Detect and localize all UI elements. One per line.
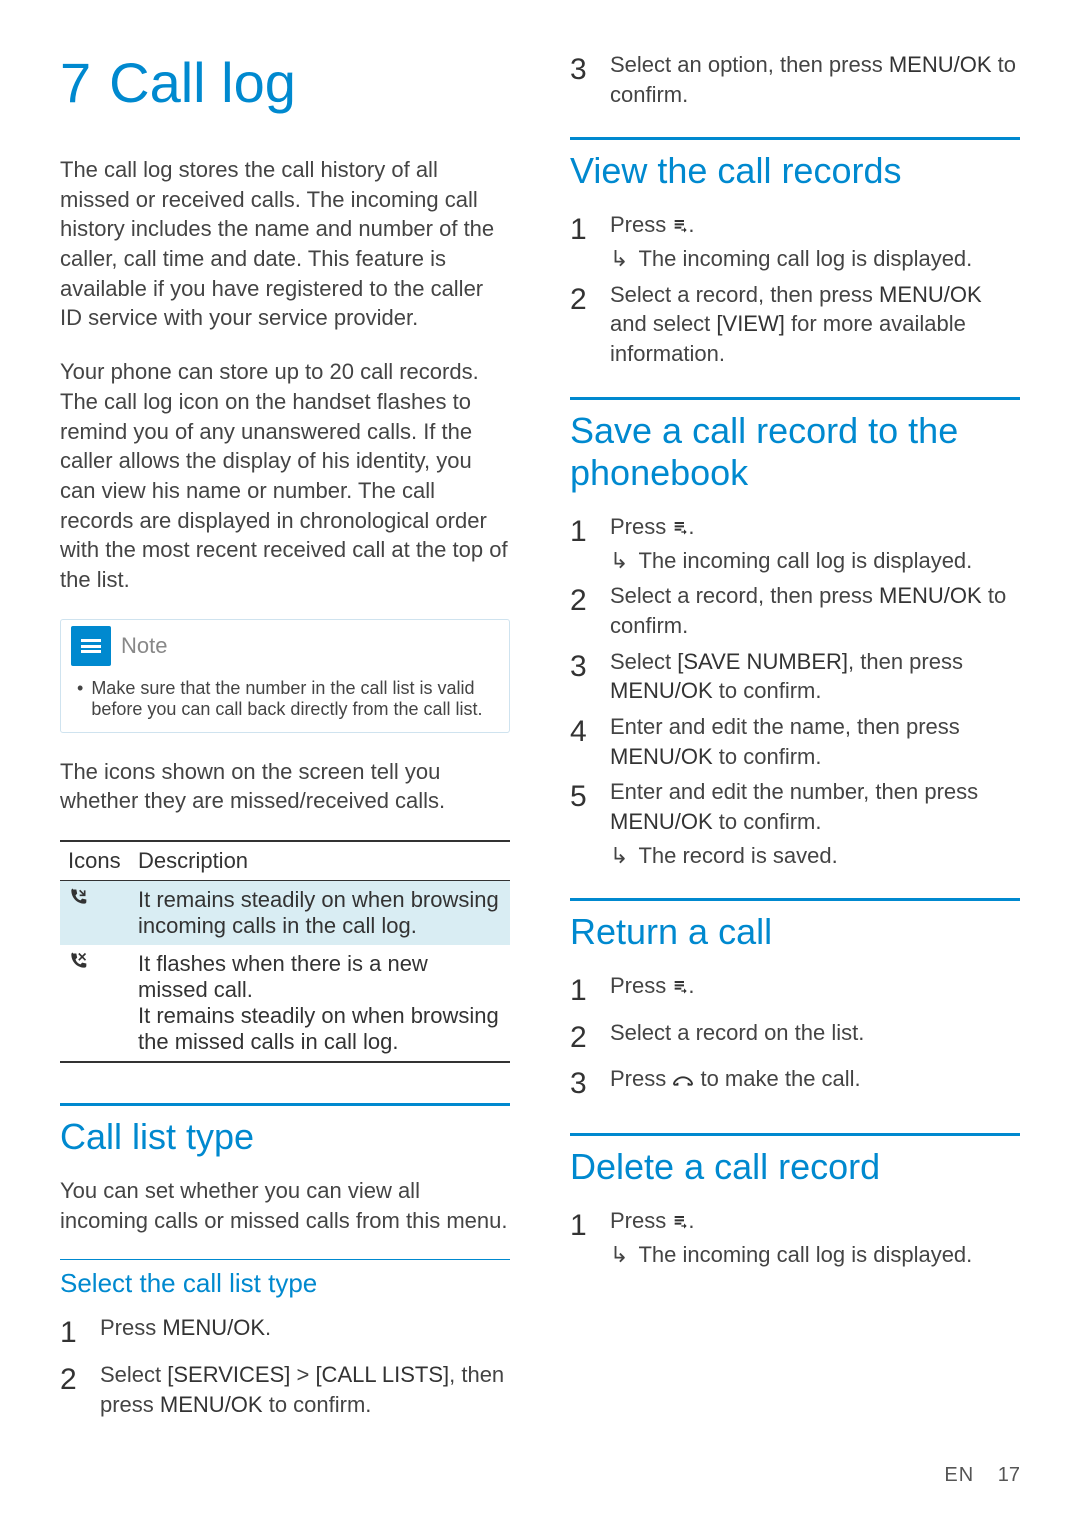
step: 2 Select [SERVICES] > [CALL LISTS], then… (60, 1360, 510, 1419)
subsection-select-call-list: Select the call list type (60, 1259, 510, 1299)
step-result: ↳ The incoming call log is displayed. (610, 546, 1020, 576)
step: 2 Select a record, then press MENU/OK to… (570, 581, 1020, 640)
th-description: Description (130, 841, 510, 881)
call-log-key-icon (672, 514, 688, 539)
steps-save-record: 1 Press . ↳ The incoming call log is dis… (570, 512, 1020, 871)
bullet-icon: • (77, 678, 83, 720)
step-body: Press . ↳ The incoming call log is displ… (610, 512, 1020, 575)
step-number: 1 (570, 210, 592, 273)
section-save-record: Save a call record to the phonebook (570, 397, 1020, 494)
th-icons: Icons (60, 841, 130, 881)
note-box: Note • Make sure that the number in the … (60, 619, 510, 733)
steps-delete-record: 1 Press . ↳ The incoming call log is dis… (570, 1206, 1020, 1269)
step: 4 Enter and edit the name, then press ME… (570, 712, 1020, 771)
step: 3 Press to make the call. (570, 1064, 1020, 1105)
section-return-call: Return a call (570, 898, 1020, 953)
note-label: Note (121, 633, 167, 659)
step-number: 3 (570, 1064, 592, 1105)
step-body: Press to make the call. (610, 1064, 1020, 1105)
call-log-key-icon (672, 973, 688, 998)
step-body: Enter and edit the number, then press ME… (610, 777, 1020, 870)
section-delete-record: Delete a call record (570, 1133, 1020, 1188)
step-number: 1 (570, 971, 592, 1012)
call-log-key-icon (672, 1208, 688, 1233)
step-number: 2 (570, 1018, 592, 1059)
note-icon (71, 626, 111, 666)
left-column: 7 Call log The call log stores the call h… (60, 50, 510, 1425)
step-number: 2 (60, 1360, 82, 1419)
step-number: 3 (570, 647, 592, 706)
intro-paragraph-2: Your phone can store up to 20 call recor… (60, 357, 510, 595)
step-result: ↳ The record is saved. (610, 841, 1020, 871)
step: 1 Press MENU/OK. (60, 1313, 510, 1354)
result-arrow-icon: ↳ (610, 546, 628, 576)
result-arrow-icon: ↳ (610, 244, 628, 274)
step-body: Select a record, then press MENU/OK and … (610, 280, 1020, 369)
call-list-type-intro: You can set whether you can view all inc… (60, 1176, 510, 1235)
steps-view-records: 1 Press . ↳ The incoming call log is dis… (570, 210, 1020, 368)
step-number: 2 (570, 280, 592, 369)
note-body: • Make sure that the number in the call … (61, 672, 509, 732)
row-desc-a: It flashes when there is a new missed ca… (138, 951, 502, 1003)
steps-select-call-list: 1 Press MENU/OK. 2 Select [SERVICES] > [… (60, 1313, 510, 1419)
section-view-call-records: View the call records (570, 137, 1020, 192)
step: 1 Press . ↳ The incoming call log is dis… (570, 210, 1020, 273)
missed-call-icon (60, 945, 130, 1062)
section-call-list-type: Call list type (60, 1103, 510, 1158)
step-body: Press . ↳ The incoming call log is displ… (610, 1206, 1020, 1269)
row-desc-b: It remains steadily on when browsing the… (138, 1003, 502, 1055)
step-body: Press MENU/OK. (100, 1313, 510, 1354)
row-desc: It remains steadily on when browsing inc… (130, 881, 510, 946)
step: 2 Select a record, then press MENU/OK an… (570, 280, 1020, 369)
step-body: Press . (610, 971, 1020, 1012)
step-body: Select an option, then press MENU/OK to … (610, 50, 1020, 109)
note-header: Note (61, 620, 509, 672)
note-text: Make sure that the number in the call li… (91, 678, 493, 720)
right-column: 3 Select an option, then press MENU/OK t… (570, 50, 1020, 1425)
table-row: It flashes when there is a new missed ca… (60, 945, 510, 1062)
icons-intro: The icons shown on the screen tell you w… (60, 757, 510, 816)
step: 1 Press . (570, 971, 1020, 1012)
step: 3 Select [SAVE NUMBER], then press MENU/… (570, 647, 1020, 706)
footer-page-number: 17 (998, 1464, 1020, 1486)
step: 1 Press . ↳ The incoming call log is dis… (570, 512, 1020, 575)
step-number: 1 (60, 1313, 82, 1354)
steps-return-call: 1 Press . 2 Select a record on the list.… (570, 971, 1020, 1105)
step-number: 3 (570, 50, 592, 109)
chapter-number: 7 (60, 51, 91, 114)
step-body: Press . ↳ The incoming call log is displ… (610, 210, 1020, 273)
step-result: ↳ The incoming call log is displayed. (610, 244, 1020, 274)
step-body: Select [SAVE NUMBER], then press MENU/OK… (610, 647, 1020, 706)
step-number: 2 (570, 581, 592, 640)
incoming-call-icon (60, 881, 130, 946)
step-number: 1 (570, 512, 592, 575)
step: 1 Press . ↳ The incoming call log is dis… (570, 1206, 1020, 1269)
result-arrow-icon: ↳ (610, 1240, 628, 1270)
talk-key-icon (672, 1066, 694, 1091)
step-number: 1 (570, 1206, 592, 1269)
row-desc: It flashes when there is a new missed ca… (130, 945, 510, 1062)
step: 3 Select an option, then press MENU/OK t… (570, 50, 1020, 109)
step: 5 Enter and edit the number, then press … (570, 777, 1020, 870)
step-body: Select a record on the list. (610, 1018, 1020, 1059)
step: 2 Select a record on the list. (570, 1018, 1020, 1059)
step-number: 4 (570, 712, 592, 771)
chapter-title: 7 Call log (60, 50, 510, 115)
steps-select-call-list-cont: 3 Select an option, then press MENU/OK t… (570, 50, 1020, 109)
result-arrow-icon: ↳ (610, 841, 628, 871)
page-footer: EN 17 (944, 1464, 1020, 1487)
table-row: It remains steadily on when browsing inc… (60, 881, 510, 946)
icons-table: Icons Description It remains steadily on… (60, 840, 510, 1063)
footer-language: EN (944, 1464, 974, 1486)
step-body: Select [SERVICES] > [CALL LISTS], then p… (100, 1360, 510, 1419)
step-result: ↳ The incoming call log is displayed. (610, 1240, 1020, 1270)
intro-paragraph-1: The call log stores the call history of … (60, 155, 510, 333)
step-body: Enter and edit the name, then press MENU… (610, 712, 1020, 771)
chapter-title-text: Call log (109, 51, 296, 114)
step-number: 5 (570, 777, 592, 870)
call-log-key-icon (672, 212, 688, 237)
step-body: Select a record, then press MENU/OK to c… (610, 581, 1020, 640)
